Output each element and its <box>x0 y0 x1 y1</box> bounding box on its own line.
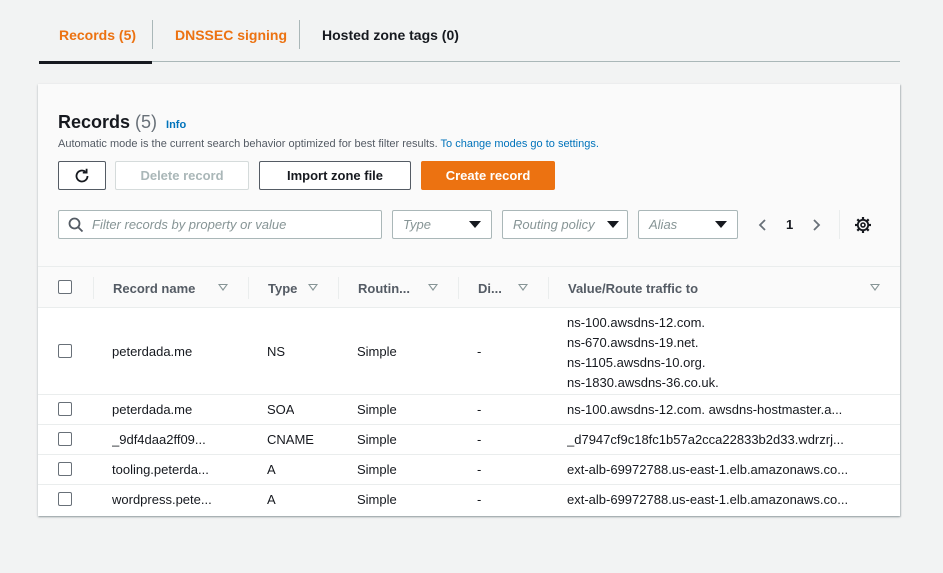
title-row: Records (5) Info <box>58 112 186 133</box>
records-table: Record name Type Routin... Di... Value/R… <box>38 266 900 515</box>
table-row[interactable]: tooling.peterda... A Simple - ext-alb-69… <box>38 455 900 485</box>
row-checkbox[interactable] <box>58 344 72 358</box>
column-header-routing-policy[interactable]: Routin... <box>358 267 410 309</box>
records-count: (5) <box>135 112 158 132</box>
sort-icon[interactable] <box>870 284 880 291</box>
page-number[interactable]: 1 <box>786 217 793 232</box>
differentiator-cell: - <box>477 402 482 417</box>
record-name-cell: peterdada.me <box>112 402 193 417</box>
refresh-button[interactable] <box>58 161 106 190</box>
chevron-left-icon[interactable] <box>756 218 770 232</box>
routing-policy-cell: Simple <box>357 462 397 477</box>
table-row[interactable]: _9df4daa2ff09... CNAME Simple - _d7947cf… <box>38 425 900 455</box>
sort-icon[interactable] <box>308 284 318 291</box>
record-type-cell: A <box>267 462 276 477</box>
record-name-cell: peterdada.me <box>112 344 193 359</box>
row-checkbox[interactable] <box>58 462 72 476</box>
column-divider <box>93 277 94 299</box>
differentiator-cell: - <box>477 492 482 507</box>
routing-policy-cell: Simple <box>357 344 397 359</box>
type-filter-select[interactable]: Type <box>392 210 492 239</box>
table-row[interactable]: peterdada.me SOA Simple - ns-100.awsdns-… <box>38 395 900 425</box>
column-divider <box>338 277 339 299</box>
gear-icon[interactable] <box>854 216 872 234</box>
value-cell: ext-alb-69972788.us-east-1.elb.amazonaws… <box>567 492 849 507</box>
record-type-cell: NS <box>267 344 286 359</box>
routing-policy-cell: Simple <box>357 432 397 447</box>
caret-down-icon <box>469 221 481 228</box>
record-type-cell: CNAME <box>267 432 314 447</box>
value-cell: ext-alb-69972788.us-east-1.elb.amazonaws… <box>567 462 849 477</box>
column-header-type[interactable]: Type <box>268 267 297 309</box>
differentiator-cell: - <box>477 344 482 359</box>
create-record-button[interactable]: Create record <box>421 161 555 190</box>
sort-icon[interactable] <box>518 284 528 291</box>
tab-hosted-zone-tags[interactable]: Hosted zone tags (0) <box>300 8 459 62</box>
page-title: Records <box>58 112 131 132</box>
value-line: ns-1830.awsdns-36.co.uk. <box>567 375 719 390</box>
routing-policy-filter-select[interactable]: Routing policy <box>502 210 628 239</box>
delete-record-button[interactable]: Delete record <box>115 161 249 190</box>
record-name-cell: _9df4daa2ff09... <box>112 432 206 447</box>
record-type-cell: A <box>267 492 276 507</box>
info-link[interactable]: Info <box>166 119 186 131</box>
pagination-divider <box>839 210 841 239</box>
type-filter-label: Type <box>403 217 431 232</box>
routing-policy-cell: Simple <box>357 492 397 507</box>
search-icon <box>68 217 84 232</box>
differentiator-cell: - <box>477 432 482 447</box>
chevron-right-icon[interactable] <box>809 218 823 232</box>
column-header-value[interactable]: Value/Route traffic to <box>568 267 698 309</box>
tab-records[interactable]: Records (5) <box>39 8 152 64</box>
row-checkbox[interactable] <box>58 492 72 506</box>
value-cell: ns-100.awsdns-12.com. awsdns-hostmaster.… <box>567 402 843 417</box>
table-header: Record name Type Routin... Di... Value/R… <box>38 266 900 308</box>
actions-toolbar: Delete record Import zone file Create re… <box>58 161 555 190</box>
select-all-checkbox[interactable] <box>58 280 72 294</box>
value-line: ns-100.awsdns-12.com. <box>567 315 706 330</box>
settings-link[interactable]: To change modes go to settings. <box>441 138 599 150</box>
table-row[interactable]: wordpress.pete... A Simple - ext-alb-699… <box>38 485 900 515</box>
row-checkbox[interactable] <box>58 402 72 416</box>
routing-policy-cell: Simple <box>357 402 397 417</box>
table-row[interactable]: peterdada.me NS Simple - ns-100.awsdns-1… <box>38 308 900 395</box>
differentiator-cell: - <box>477 462 482 477</box>
filters-row: Type Routing policy Alias <box>58 210 738 239</box>
column-header-record-name[interactable]: Record name <box>113 267 195 309</box>
sort-icon[interactable] <box>218 284 228 291</box>
tab-bar: Records (5) DNSSEC signing Hosted zone t… <box>39 8 900 64</box>
alias-filter-label: Alias <box>649 217 678 232</box>
description-text: Automatic mode is the current search beh… <box>58 138 438 150</box>
column-header-differentiator[interactable]: Di... <box>478 267 502 309</box>
search-input[interactable] <box>92 217 372 232</box>
record-name-cell: wordpress.pete... <box>112 492 212 507</box>
refresh-icon <box>75 168 89 182</box>
search-field <box>58 210 382 239</box>
caret-down-icon <box>607 221 619 228</box>
pagination: 1 <box>756 210 872 239</box>
column-divider <box>458 277 459 299</box>
record-name-cell: tooling.peterda... <box>112 462 209 477</box>
import-zone-file-button[interactable]: Import zone file <box>259 161 411 190</box>
column-divider <box>248 277 249 299</box>
routing-filter-label: Routing policy <box>513 217 595 232</box>
row-checkbox[interactable] <box>58 432 72 446</box>
alias-filter-select[interactable]: Alias <box>638 210 738 239</box>
value-line: ns-670.awsdns-19.net. <box>567 335 699 350</box>
value-cell: ns-100.awsdns-12.com. ns-670.awsdns-19.n… <box>567 313 879 393</box>
tab-dnssec-signing[interactable]: DNSSEC signing <box>153 8 299 62</box>
column-divider <box>548 277 549 299</box>
records-panel: Records (5) Info Automatic mode is the c… <box>38 84 900 516</box>
records-panel-header: Records (5) Info Automatic mode is the c… <box>38 84 900 266</box>
record-type-cell: SOA <box>267 402 295 417</box>
value-cell: _d7947cf9c18fc1b57a2cca22833b2d33.wdrzrj… <box>567 432 844 447</box>
value-line: ns-1105.awsdns-10.org. <box>567 355 706 370</box>
search-mode-description: Automatic mode is the current search beh… <box>58 138 599 150</box>
sort-icon[interactable] <box>428 284 438 291</box>
caret-down-icon <box>715 221 727 228</box>
